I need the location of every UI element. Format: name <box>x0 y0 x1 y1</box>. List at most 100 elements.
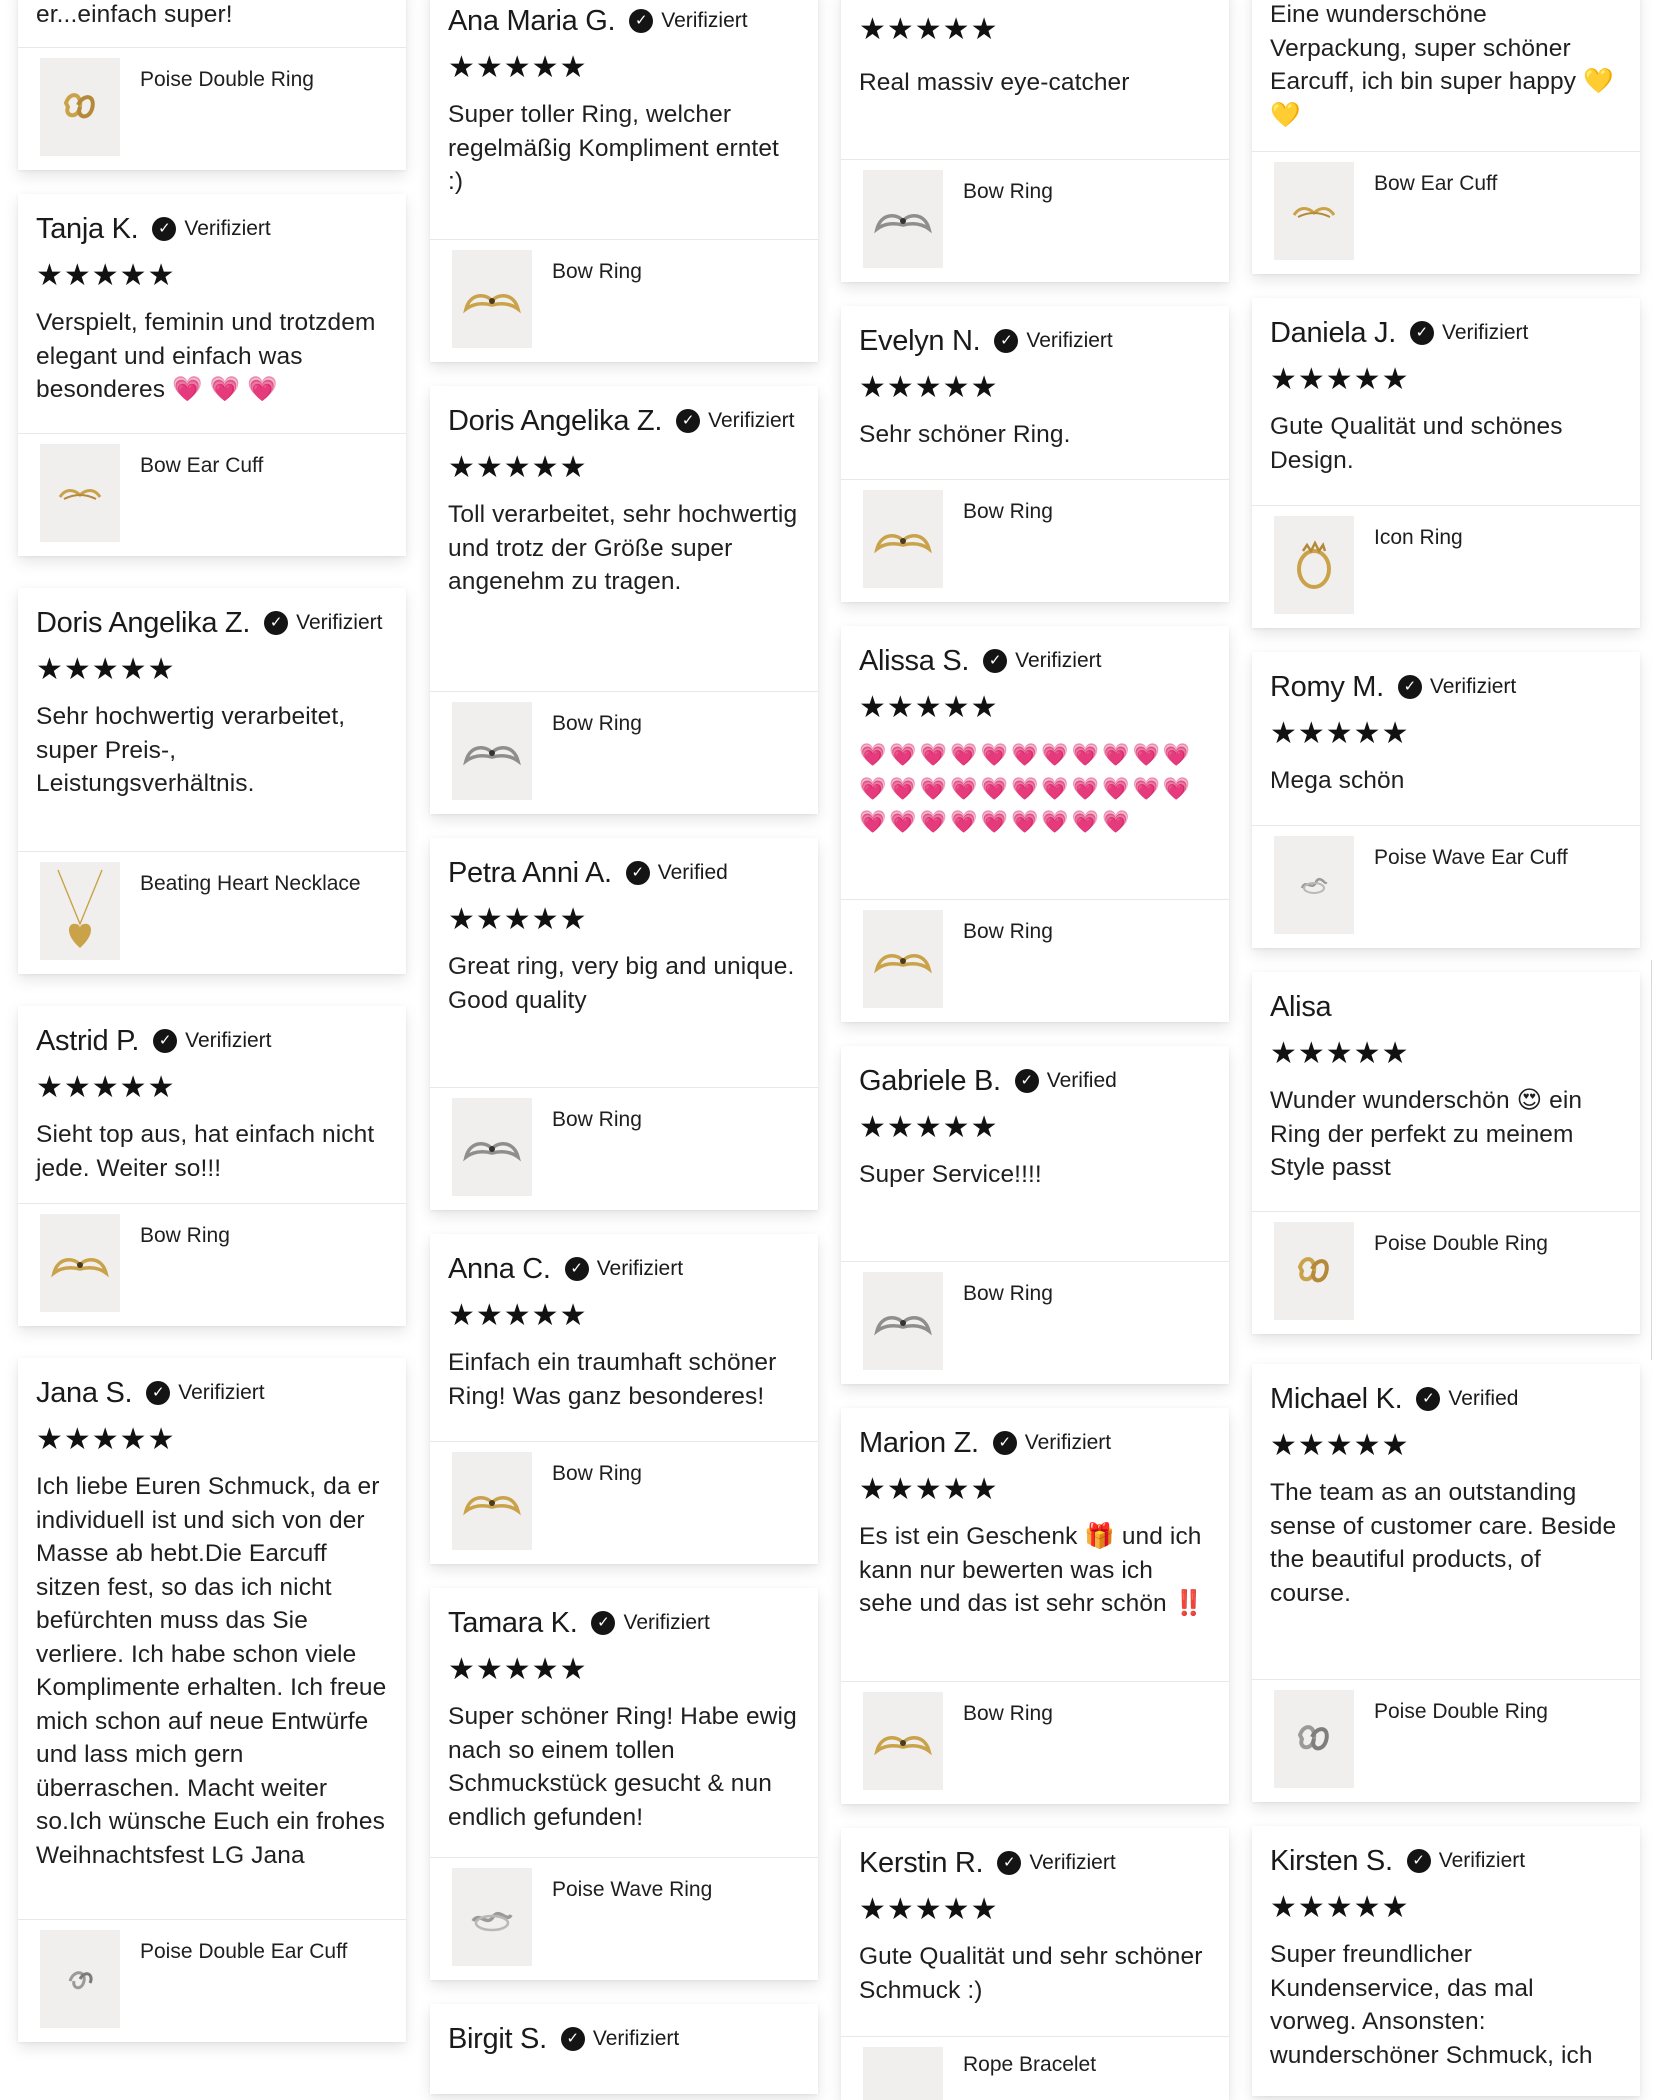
product-thumbnail[interactable] <box>863 1272 943 1370</box>
product-name[interactable]: Poise Wave Ear Cuff <box>1374 846 1568 870</box>
product-thumbnail[interactable] <box>452 1868 532 1966</box>
product-link[interactable]: Bow Ring <box>430 239 818 362</box>
product-name[interactable]: Poise Double Ring <box>140 68 314 92</box>
product-name[interactable]: Beating Heart Necklace <box>140 872 361 896</box>
product-name[interactable]: Poise Double Ring <box>1374 1700 1548 1724</box>
product-thumbnail[interactable] <box>863 910 943 1008</box>
product-name[interactable]: Bow Ear Cuff <box>140 454 263 478</box>
product-link[interactable]: Bow Ring <box>430 1087 818 1210</box>
star-rating: ★★★★★ <box>859 691 999 724</box>
product-name[interactable]: Bow Ring <box>963 500 1053 524</box>
product-name[interactable]: Rope Bracelet <box>963 2053 1096 2077</box>
star-rating: ★★★★★ <box>36 259 176 292</box>
product-thumbnail[interactable] <box>452 250 532 348</box>
checkmark-icon: ✓ <box>992 1431 1017 1455</box>
product-name[interactable]: Bow Ring <box>963 1702 1053 1726</box>
product-name[interactable]: Poise Double Ear Cuff <box>140 1940 347 1964</box>
checkmark-icon: ✓ <box>1416 1387 1441 1411</box>
review-text: Mega schön <box>1270 767 1405 794</box>
product-link[interactable]: Bow Ring <box>430 691 818 814</box>
verified-badge: ✓ Verified <box>1416 1384 1518 1414</box>
reviewer-name: Daniela J. <box>1270 317 1396 349</box>
checkmark-icon: ✓ <box>1397 675 1422 699</box>
product-name[interactable]: Bow Ring <box>963 180 1053 204</box>
review-text: Super freundlicher Kundenservice, das ma… <box>1270 1941 1593 2069</box>
product-thumbnail[interactable] <box>40 862 120 960</box>
reviewer-name: Romy M. <box>1270 671 1384 703</box>
star-rating: ★★★★★ <box>1270 363 1410 396</box>
product-name[interactable]: Poise Double Ring <box>1374 1232 1548 1256</box>
checkmark-icon: ✓ <box>1014 1069 1039 1093</box>
review-text: er...einfach super! <box>36 1 233 28</box>
review-text: Ich liebe Euren Schmuck, da er individue… <box>36 1473 387 1869</box>
product-link[interactable]: Bow Ring <box>841 899 1229 1022</box>
product-link[interactable]: Bow Ear Cuff <box>18 433 406 556</box>
product-thumbnail[interactable] <box>1274 516 1354 614</box>
reviewer-name: Evelyn N. <box>859 325 981 357</box>
product-name[interactable]: Bow Ring <box>552 712 642 736</box>
product-name[interactable]: Bow Ring <box>963 920 1053 944</box>
product-thumbnail[interactable] <box>40 444 120 542</box>
product-link[interactable]: Poise Double Ring <box>1252 1679 1640 1802</box>
reviewer-name: Marion Z. <box>859 1427 979 1459</box>
checkmark-icon: ✓ <box>1406 1849 1431 1873</box>
review-text: Sehr schöner Ring. <box>859 421 1071 448</box>
verified-badge: ✓ Verifiziert <box>1397 672 1516 702</box>
product-thumbnail[interactable] <box>1274 836 1354 934</box>
product-name[interactable]: Bow Ring <box>552 1462 642 1486</box>
product-thumbnail[interactable] <box>863 490 943 588</box>
product-link[interactable]: Beating Heart Necklace <box>18 851 406 974</box>
reviewer-name: Kirsten S. <box>1270 1845 1393 1877</box>
silver-bow-ring-icon <box>463 746 521 766</box>
product-name[interactable]: Bow Ear Cuff <box>1374 172 1497 196</box>
product-link[interactable]: Bow Ring <box>841 159 1229 282</box>
checkmark-icon: ✓ <box>1409 321 1434 345</box>
product-link[interactable]: Poise Double Ring <box>1252 1211 1640 1334</box>
product-link[interactable]: Poise Double Ear Cuff <box>18 1919 406 2042</box>
product-name[interactable]: Icon Ring <box>1374 526 1463 550</box>
gold-heart-necklace-icon <box>57 869 103 948</box>
reviewer-name: Tamara K. <box>448 1607 578 1639</box>
product-thumbnail[interactable] <box>863 2047 943 2100</box>
product-link[interactable]: Poise Wave Ear Cuff <box>1252 825 1640 948</box>
product-thumbnail[interactable] <box>40 58 120 156</box>
scrollbar-edge <box>1651 960 1652 1360</box>
product-link[interactable]: Poise Wave Ring <box>430 1857 818 1980</box>
product-thumbnail[interactable] <box>40 1214 120 1312</box>
product-thumbnail[interactable] <box>452 702 532 800</box>
product-name[interactable]: Bow Ring <box>963 1282 1053 1306</box>
star-rating: ★★★★★ <box>859 1893 999 1926</box>
product-thumbnail[interactable] <box>452 1098 532 1196</box>
product-link[interactable]: Bow Ring <box>841 1261 1229 1384</box>
product-name[interactable]: Bow Ring <box>552 260 642 284</box>
review-text: Real massiv eye-catcher <box>859 69 1130 96</box>
product-name[interactable]: Bow Ring <box>552 1108 642 1132</box>
review-card: Marion Z. ✓ Verifiziert ★★★★★ Es ist ein … <box>841 1408 1229 1804</box>
product-link[interactable]: Bow Ear Cuff <box>1252 151 1640 274</box>
product-thumbnail[interactable] <box>1274 1690 1354 1788</box>
product-name[interactable]: Bow Ring <box>140 1224 230 1248</box>
product-link[interactable]: Bow Ring <box>841 479 1229 602</box>
checkmark-icon: ✓ <box>676 409 701 433</box>
product-name[interactable]: Poise Wave Ring <box>552 1878 712 1902</box>
checkmark-icon: ✓ <box>560 2027 585 2051</box>
product-link[interactable]: Bow Ring <box>18 1203 406 1326</box>
gold-bow-ear-cuff-icon <box>58 489 102 500</box>
product-thumbnail[interactable] <box>40 1930 120 2028</box>
product-link[interactable]: Bow Ring <box>430 1441 818 1564</box>
product-thumbnail[interactable] <box>863 1692 943 1790</box>
product-link[interactable]: Bow Ring <box>841 1681 1229 1804</box>
reviewer-name: Michael K. <box>1270 1383 1403 1415</box>
product-link[interactable]: Poise Double Ring <box>18 47 406 170</box>
review-card: Anna C. ✓ Verifiziert ★★★★★ Einfach ein t… <box>430 1234 818 1564</box>
product-link[interactable]: Rope Bracelet <box>841 2036 1229 2100</box>
product-thumbnail[interactable] <box>863 170 943 268</box>
product-thumbnail[interactable] <box>452 1452 532 1550</box>
review-card: Eine wunderschöne Verpackung, super schö… <box>1252 0 1640 274</box>
gold-bow-ring-icon <box>51 1258 109 1278</box>
product-link[interactable]: Icon Ring <box>1252 505 1640 628</box>
review-card: Evelyn N. ✓ Verifiziert ★★★★★ Sehr schöne… <box>841 306 1229 602</box>
review-text: The team as an outstanding sense of cust… <box>1270 1479 1617 1607</box>
product-thumbnail[interactable] <box>1274 1222 1354 1320</box>
product-thumbnail[interactable] <box>1274 162 1354 260</box>
